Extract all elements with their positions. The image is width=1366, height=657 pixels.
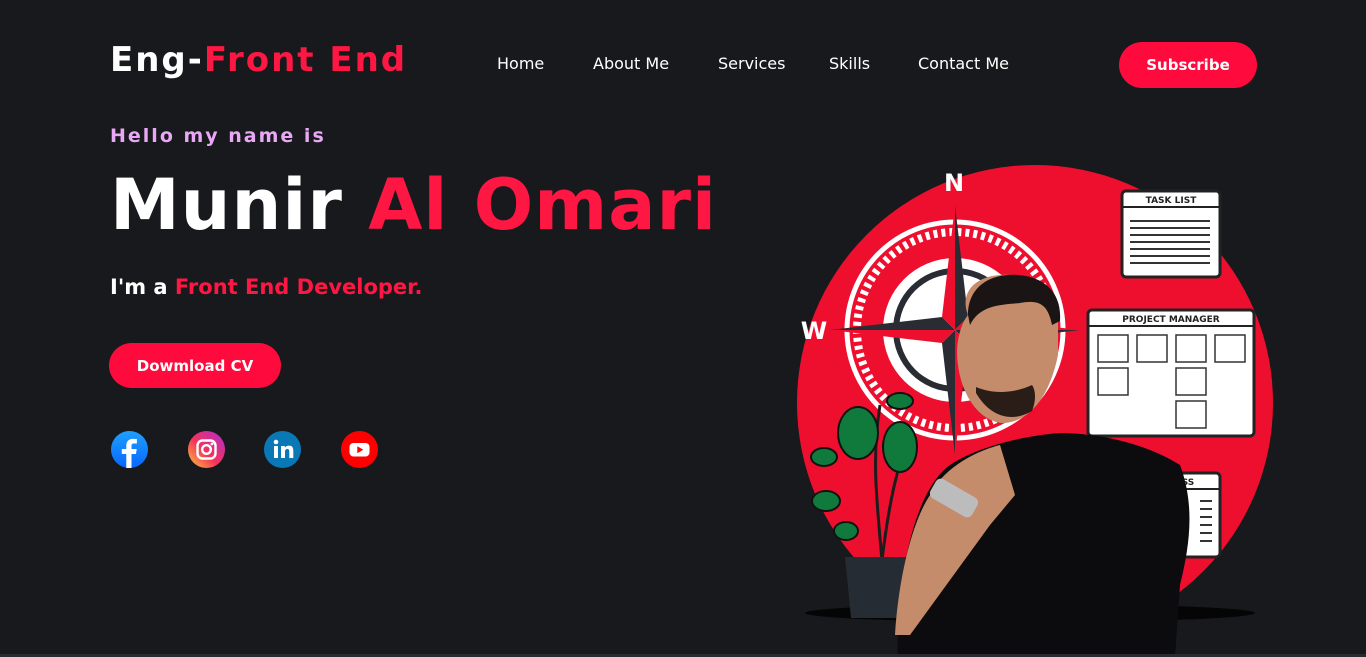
greeting: Hello my name is xyxy=(110,125,326,147)
role-prefix: I'm a xyxy=(110,275,168,299)
youtube-icon[interactable] xyxy=(340,430,379,469)
task-list-title: TASK LIST xyxy=(1146,196,1198,206)
role-title: Front End Developer. xyxy=(174,275,423,299)
nav-skills[interactable]: Skills xyxy=(829,54,870,73)
compass-label-n: N xyxy=(944,169,964,197)
nav-about-me[interactable]: About Me xyxy=(593,54,669,73)
download-cv-button[interactable]: Dowmload CV xyxy=(109,343,281,388)
first-name: Munir xyxy=(110,164,343,246)
last-name: Al Omari xyxy=(368,164,717,246)
nav-home[interactable]: Home xyxy=(497,54,544,73)
site-logo[interactable]: Eng-Front End xyxy=(110,40,407,80)
project-manager-card xyxy=(1086,308,1256,438)
subscribe-button[interactable]: Subscribe xyxy=(1119,42,1257,88)
compass-label-w: W xyxy=(801,317,827,345)
facebook-icon[interactable] xyxy=(110,430,149,469)
linkedin-icon[interactable] xyxy=(263,430,302,469)
project-manager-title: PROJECT MANAGER xyxy=(1122,315,1220,325)
role-line: I'm a Front End Developer. xyxy=(110,275,423,299)
logo-part-2: Front End xyxy=(203,40,408,80)
nav-contact-me[interactable]: Contact Me xyxy=(918,54,1009,73)
hero-illustration: N W TASK LIST PROJECT MANAGER SS xyxy=(797,165,1273,657)
instagram-icon[interactable] xyxy=(187,430,226,469)
logo-part-1: Eng- xyxy=(110,40,204,80)
nav-services[interactable]: Services xyxy=(718,54,785,73)
hero-name: Munir Al Omari xyxy=(110,162,717,248)
